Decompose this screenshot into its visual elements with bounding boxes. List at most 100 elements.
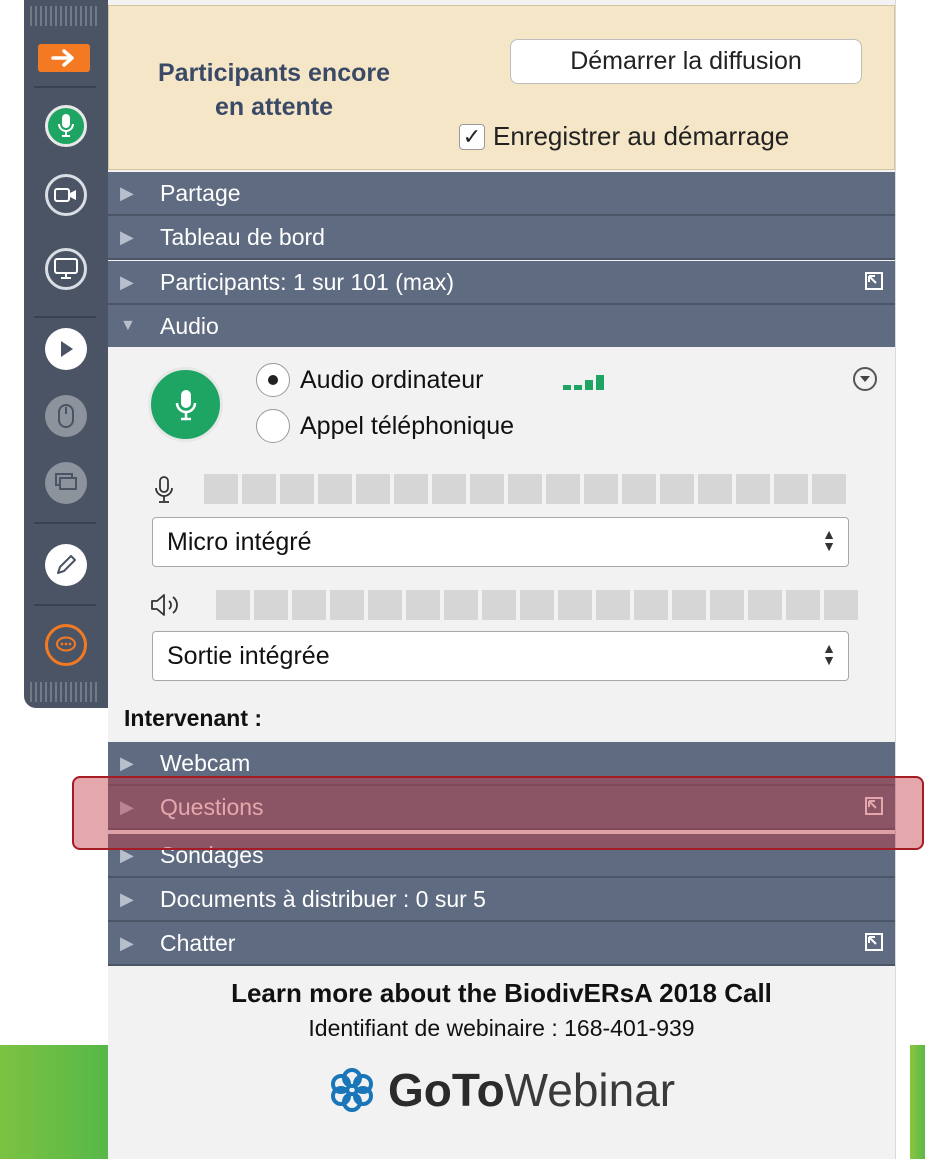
section-sharing[interactable]: ▶ Partage <box>108 172 895 216</box>
level-segment <box>394 474 428 504</box>
toolbar-separator <box>34 86 96 88</box>
questions-highlight-overlay <box>72 776 924 850</box>
screens-button[interactable] <box>45 462 87 504</box>
audio-options-button[interactable] <box>853 367 877 391</box>
popout-icon[interactable] <box>865 933 883 951</box>
expand-triangle-icon: ▶ <box>120 182 134 203</box>
webcam-button[interactable] <box>45 174 87 216</box>
level-segment <box>698 474 732 504</box>
level-segment <box>292 590 326 620</box>
control-toolbar <box>24 0 108 708</box>
level-segment <box>660 474 694 504</box>
section-label: Documents à distribuer : 0 sur 5 <box>160 885 486 912</box>
audio-mute-button[interactable] <box>148 367 223 442</box>
drawing-tools-button[interactable] <box>45 544 87 586</box>
collapse-triangle-icon: ▼ <box>120 317 136 334</box>
level-segment <box>470 474 504 504</box>
background-green-left <box>0 1045 108 1159</box>
broadcast-banner: Participants encore en attente Démarrer … <box>108 5 895 170</box>
flower-logo-icon <box>331 1068 373 1112</box>
level-segment <box>254 590 288 620</box>
logo-text-light: Webinar <box>504 1064 676 1116</box>
collapse-panel-button[interactable] <box>38 44 90 72</box>
audio-computer-option[interactable]: Audio ordinateur <box>256 363 483 397</box>
speaker-select[interactable]: Sortie intégrée ▲ ▼ <box>152 631 849 681</box>
microphone-icon <box>58 114 74 137</box>
toolbar-grip-top[interactable] <box>30 6 100 26</box>
section-chat[interactable]: ▶ Chatter <box>108 922 895 966</box>
presenter-label: Intervenant : <box>124 705 263 731</box>
record-on-start-option[interactable]: ✓ Enregistrer au démarrage <box>459 121 789 152</box>
level-segment <box>786 590 820 620</box>
camera-icon <box>54 188 76 202</box>
speaker-select-value: Sortie intégrée <box>167 641 330 670</box>
radio-phone-call[interactable] <box>256 409 290 443</box>
screens-icon <box>55 473 77 490</box>
start-broadcast-button[interactable]: Démarrer la diffusion <box>510 39 862 84</box>
level-segment <box>736 474 770 504</box>
section-label: Participants: 1 sur 101 (max) <box>160 268 455 295</box>
level-segment <box>596 590 630 620</box>
section-label: Audio <box>160 312 219 339</box>
audio-phone-option[interactable]: Appel téléphonique <box>256 409 514 443</box>
microphone-select[interactable]: Micro intégré ▲ ▼ <box>152 517 849 567</box>
microphone-button[interactable] <box>45 105 87 147</box>
banner-title-line1: Participants encore <box>157 59 391 87</box>
section-participants[interactable]: ▶ Participants: 1 sur 101 (max) <box>108 261 895 305</box>
level-segment <box>748 590 782 620</box>
level-segment <box>482 590 516 620</box>
section-dashboard[interactable]: ▶ Tableau de bord <box>108 216 895 260</box>
speaker-level-icon <box>151 594 178 616</box>
level-segment <box>432 474 466 504</box>
level-segment <box>824 590 858 620</box>
section-label: Webcam <box>160 749 251 776</box>
record-checkbox[interactable]: ✓ <box>459 123 485 150</box>
radio-label: Audio ordinateur <box>300 365 484 394</box>
level-segment <box>672 590 706 620</box>
chat-button[interactable] <box>45 624 87 666</box>
arrow-right-icon <box>51 49 74 67</box>
level-segment <box>710 590 744 620</box>
screen-share-button[interactable] <box>45 248 87 290</box>
level-segment <box>520 590 554 620</box>
level-segment <box>368 590 402 620</box>
popout-icon[interactable] <box>865 272 883 290</box>
play-button[interactable] <box>45 328 87 370</box>
microphone-level-meter <box>204 474 846 504</box>
level-segment <box>406 590 440 620</box>
logo-text-bold: GoTo <box>388 1064 505 1116</box>
mouse-icon <box>58 404 74 428</box>
radio-label: Appel téléphonique <box>300 411 515 440</box>
toolbar-separator <box>34 604 96 606</box>
radio-computer-audio[interactable] <box>256 363 290 397</box>
microphone-select-value: Micro intégré <box>167 527 312 556</box>
gotowebinar-logo: GoTo Webinar <box>328 1063 675 1117</box>
toolbar-grip-bottom[interactable] <box>30 682 100 702</box>
level-segment <box>508 474 542 504</box>
level-segment <box>546 474 580 504</box>
section-handouts[interactable]: ▶ Documents à distribuer : 0 sur 5 <box>108 878 895 922</box>
play-icon <box>61 341 73 357</box>
keyboard-mouse-control-button[interactable] <box>45 395 87 437</box>
banner-status-title: Participants encore en attente <box>149 56 399 124</box>
expand-triangle-icon: ▶ <box>120 271 134 292</box>
background-green-right <box>910 1045 925 1159</box>
chat-icon <box>56 636 76 652</box>
control-panel: Participants encore en attente Démarrer … <box>108 0 896 1159</box>
audio-panel: Audio ordinateur Appel téléphonique Micr… <box>108 347 895 704</box>
level-segment <box>584 474 618 504</box>
level-segment <box>444 590 478 620</box>
toolbar-separator <box>34 522 96 524</box>
expand-triangle-icon: ▶ <box>120 888 134 909</box>
webinar-id: Identifiant de webinaire : 168-401-939 <box>308 1015 695 1041</box>
section-audio[interactable]: ▼ Audio <box>108 305 895 349</box>
expand-triangle-icon: ▶ <box>120 226 134 247</box>
microphone-icon <box>175 389 196 420</box>
level-segment <box>330 590 364 620</box>
webinar-title: Learn more about the BiodivERsA 2018 Cal… <box>231 978 772 1008</box>
level-segment <box>558 590 592 620</box>
section-label: Tableau de bord <box>160 223 325 250</box>
expand-triangle-icon: ▶ <box>120 932 134 953</box>
level-segment <box>622 474 656 504</box>
record-label: Enregistrer au démarrage <box>493 121 790 151</box>
